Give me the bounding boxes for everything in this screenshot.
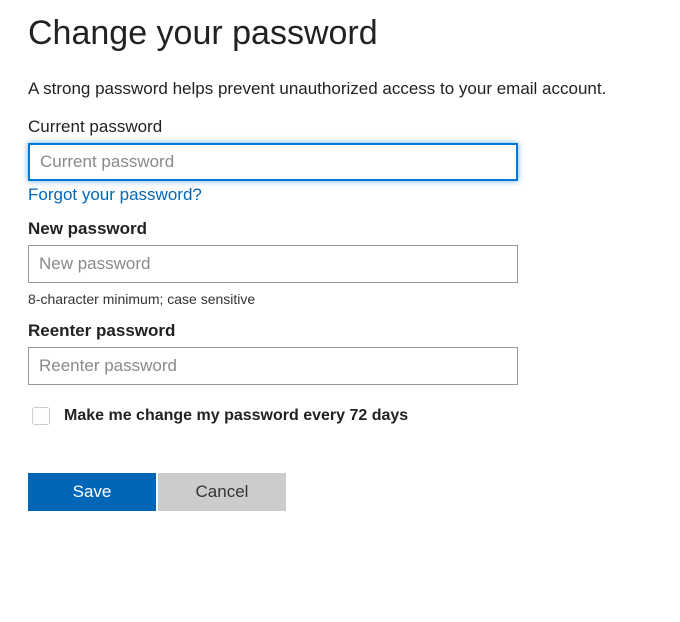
current-password-label: Current password: [28, 117, 652, 137]
description-text: A strong password helps prevent unauthor…: [28, 79, 652, 99]
current-password-group: Current password Forgot your password?: [28, 117, 652, 205]
expire-password-checkbox[interactable]: [32, 407, 50, 425]
forgot-password-link[interactable]: Forgot your password?: [28, 185, 202, 205]
new-password-helper: 8-character minimum; case sensitive: [28, 291, 652, 307]
expire-password-checkbox-label[interactable]: Make me change my password every 72 days: [64, 407, 408, 425]
page-title: Change your password: [28, 14, 652, 53]
new-password-group: New password 8-character minimum; case s…: [28, 219, 652, 307]
new-password-input[interactable]: [28, 245, 518, 283]
reenter-password-label: Reenter password: [28, 321, 652, 341]
expire-password-checkbox-row[interactable]: Make me change my password every 72 days: [28, 407, 652, 425]
reenter-password-input[interactable]: [28, 347, 518, 385]
save-button[interactable]: Save: [28, 473, 156, 511]
reenter-password-group: Reenter password: [28, 321, 652, 385]
cancel-button[interactable]: Cancel: [158, 473, 286, 511]
current-password-input[interactable]: [28, 143, 518, 181]
new-password-label: New password: [28, 219, 652, 239]
button-row: Save Cancel: [28, 473, 652, 511]
